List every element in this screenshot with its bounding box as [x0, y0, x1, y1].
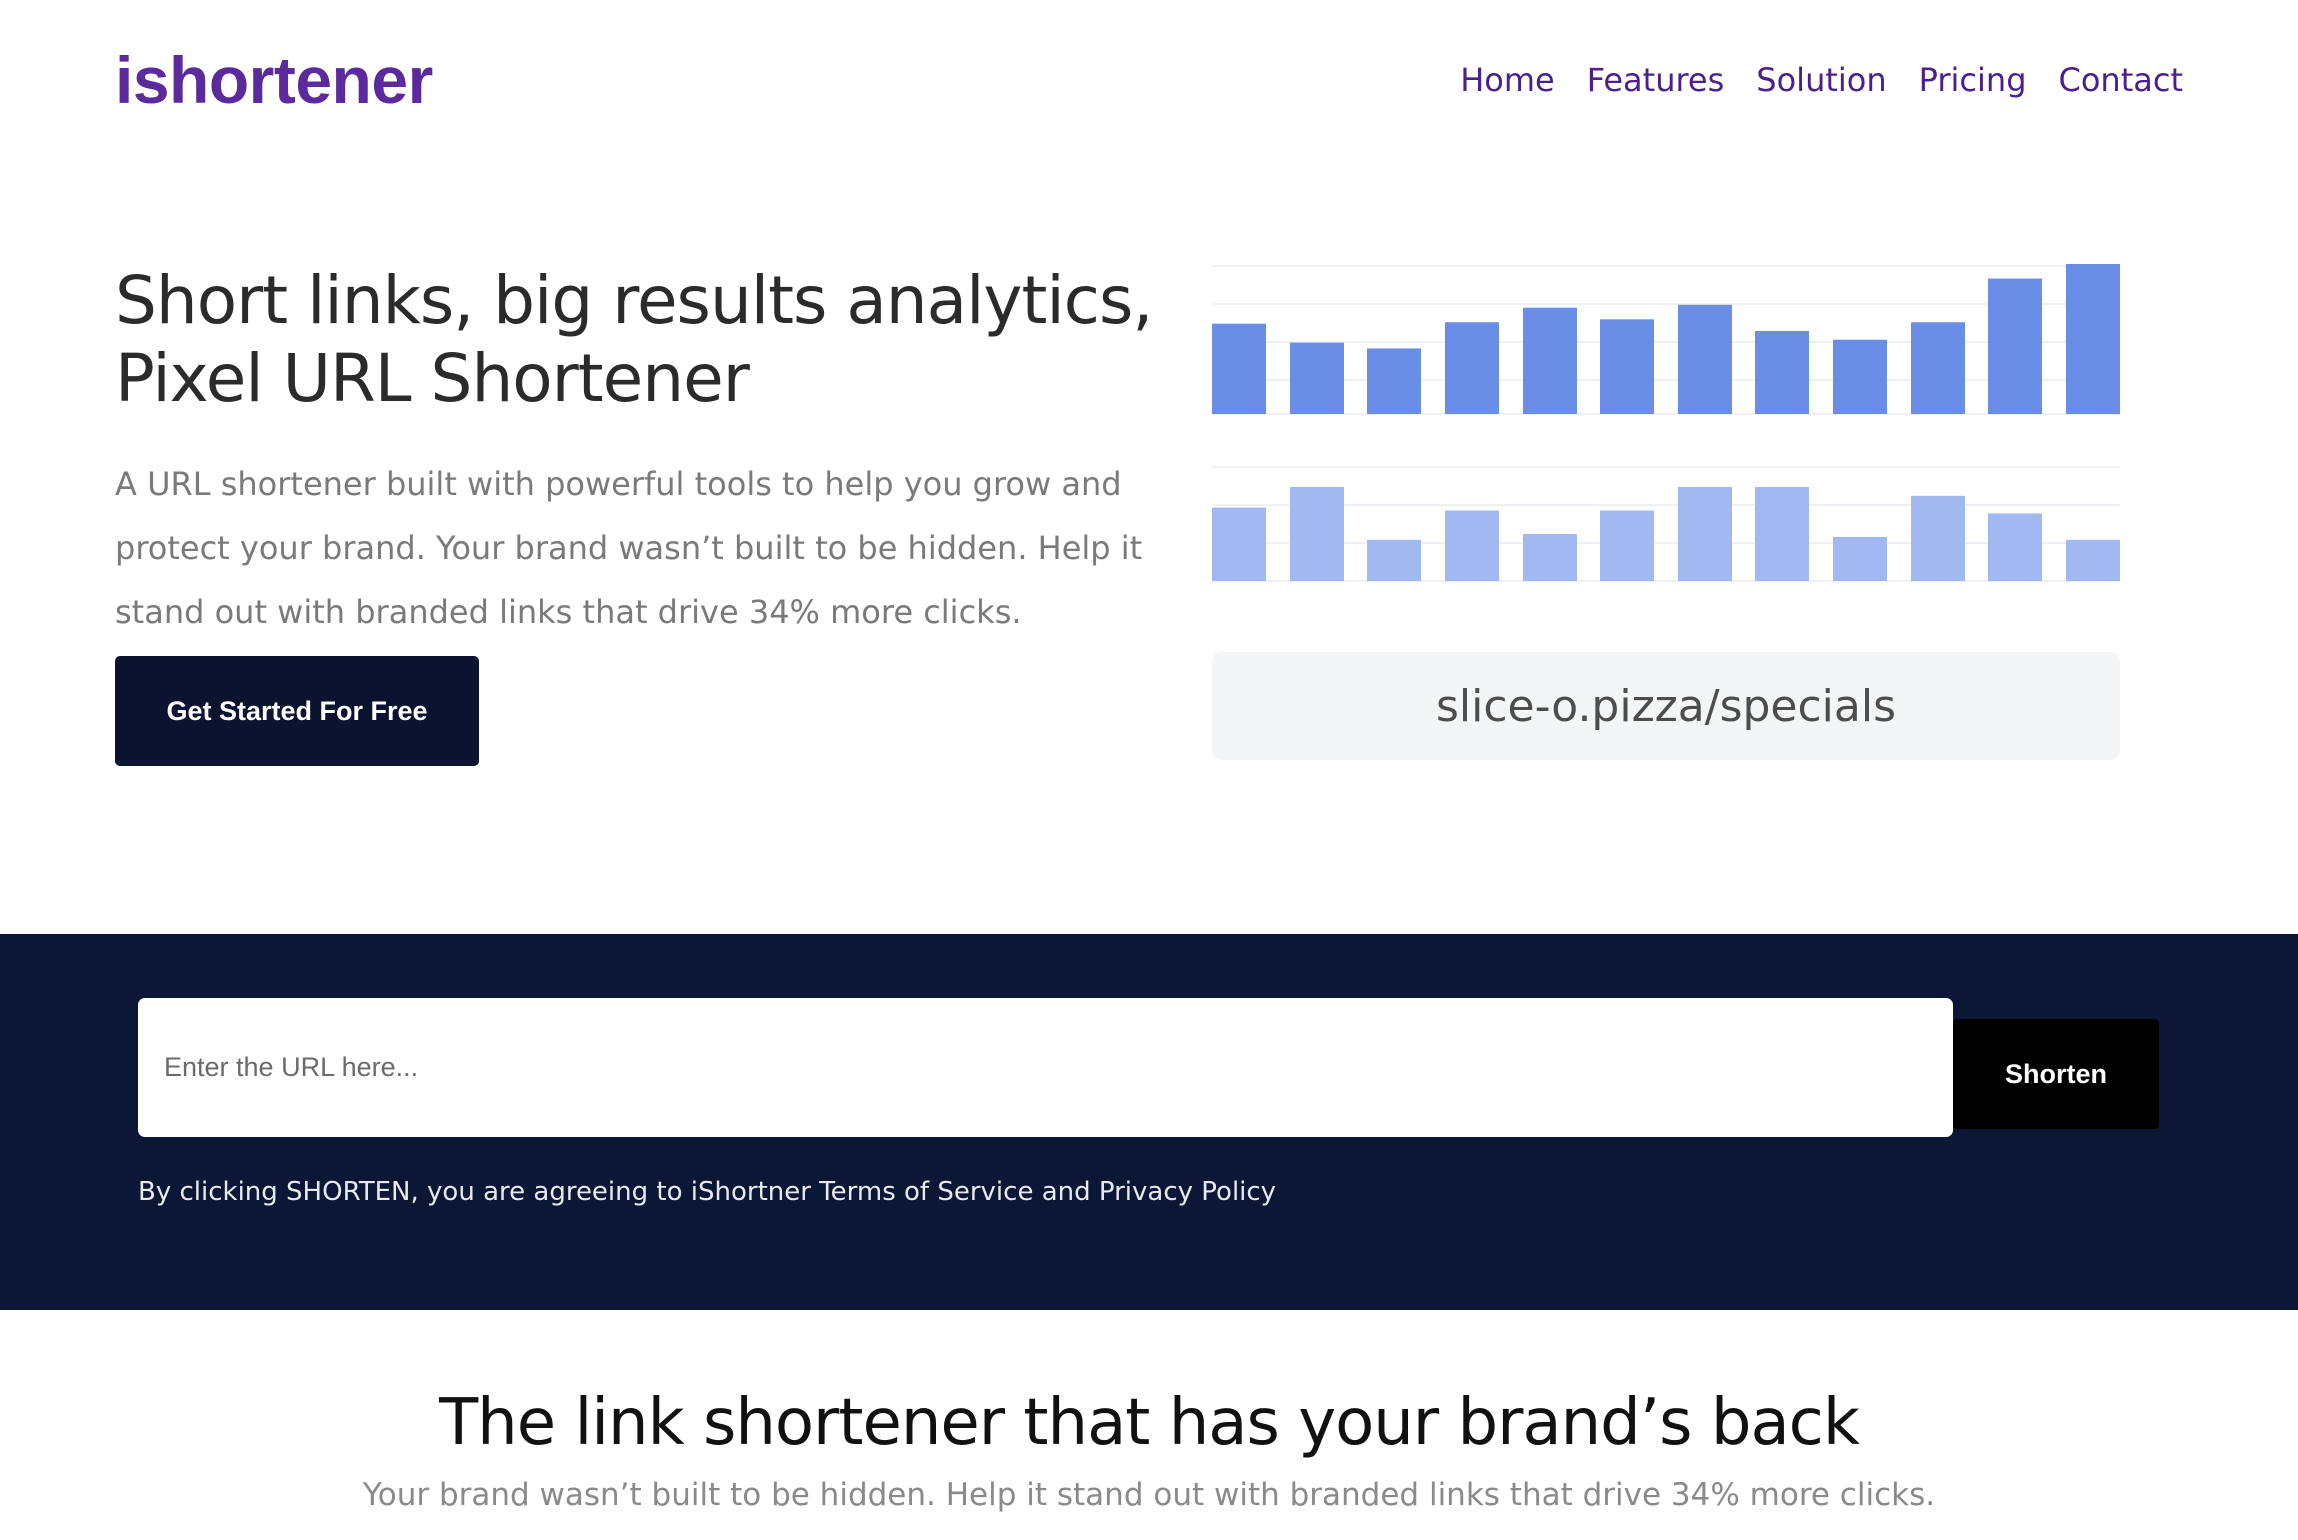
analytics-bar-bottom — [1523, 534, 1577, 581]
nav-pricing-link[interactable]: Pricing — [1919, 56, 2027, 104]
analytics-bar-top — [1290, 342, 1344, 414]
hero-description: A URL shortener built with powerful tool… — [115, 465, 1143, 631]
analytics-bar-bottom — [1678, 487, 1732, 581]
url-input[interactable] — [138, 998, 1953, 1137]
section-title: The link shortener that has your brand’s… — [439, 1386, 1860, 1460]
hero-title: Short links, big results analytics, Pixe… — [115, 262, 1175, 418]
analytics-bar-bottom — [1833, 536, 1887, 581]
analytics-bar-top — [1523, 307, 1577, 414]
analytics-bar-top — [1445, 322, 1499, 414]
shorten-button[interactable]: Shorten — [1953, 1019, 2159, 1129]
analytics-bar-top — [1833, 339, 1887, 414]
analytics-bar-top — [1367, 348, 1421, 414]
nav-solution-link[interactable]: Solution — [1756, 56, 1886, 104]
analytics-bar-bottom — [1367, 539, 1421, 581]
analytics-bar-bottom — [1755, 487, 1809, 581]
analytics-bar-top — [2066, 264, 2120, 414]
analytics-bar-bottom — [1290, 487, 1344, 581]
analytics-bar-top — [1988, 278, 2042, 414]
analytics-bar-bottom — [1911, 495, 1965, 581]
short-url-card: slice-o.pizza/specials — [1212, 652, 2120, 760]
analytics-bar-bottom — [1445, 510, 1499, 581]
main-nav: Home Features Solution Pricing Contact — [1460, 56, 2183, 104]
analytics-bar-top — [1911, 322, 1965, 414]
hero-title-line-1: Short links, big results analytics, — [115, 262, 1153, 339]
hero-title-line-2: Pixel URL Shortener — [115, 340, 750, 417]
page: ishortener Home Features Solution Pricin… — [0, 0, 2298, 1540]
analytics-bars-bottom — [1212, 455, 2120, 585]
nav-features-link[interactable]: Features — [1587, 56, 1725, 104]
analytics-bar-bottom — [1988, 513, 2042, 581]
analytics-bars-top-svg — [1212, 264, 2120, 415]
analytics-bar-top — [1755, 330, 1809, 414]
nav-home-link[interactable]: Home — [1460, 56, 1555, 104]
logo[interactable]: ishortener — [115, 38, 433, 122]
analytics-bars-top — [1212, 250, 2120, 420]
analytics-bar-bottom — [2066, 539, 2120, 581]
analytics-bars-bottom-svg — [1212, 466, 2120, 582]
analytics-bar-top — [1212, 323, 1266, 414]
analytics-bar-bottom — [1212, 507, 1266, 581]
analytics-bar-top — [1678, 304, 1732, 414]
section-subtitle: Your brand wasn’t built to be hidden. He… — [362, 1477, 1936, 1513]
short-url-text: slice-o.pizza/specials — [1435, 680, 1897, 732]
analytics-bar-bottom — [1600, 510, 1654, 581]
nav-contact-link[interactable]: Contact — [2059, 56, 2184, 104]
analytics-bar-top — [1600, 319, 1654, 414]
terms-notice: By clicking SHORTEN, you are agreeing to… — [138, 1177, 1277, 1207]
get-started-button[interactable]: Get Started For Free — [115, 656, 479, 766]
